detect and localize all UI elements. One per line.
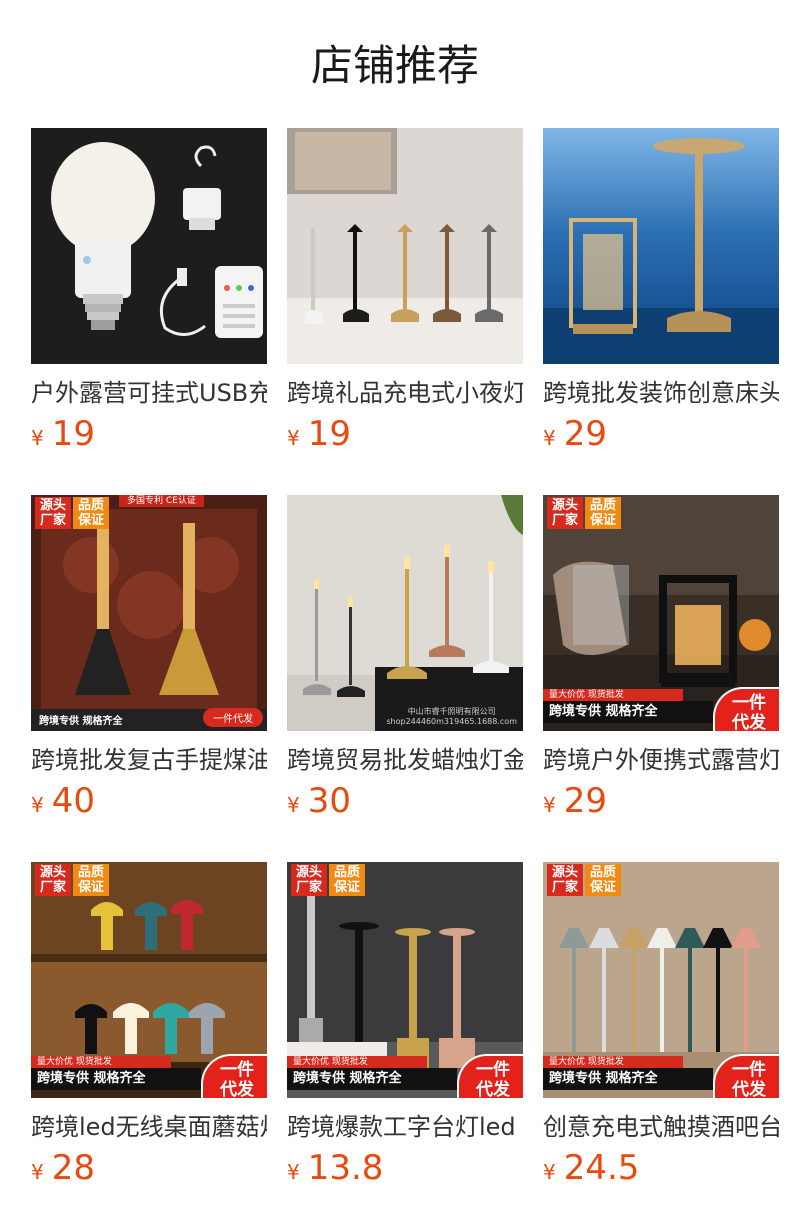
quality-badge: 品质 保证 (329, 864, 365, 896)
factory-badge: 源头 厂家 (547, 864, 583, 896)
gold-lamp-product-photo (543, 128, 779, 364)
product-price: ¥40 (31, 781, 267, 821)
price-value: 19 (307, 414, 351, 454)
product-card[interactable]: 中山市睿千照明有限公司 shop244460m319465.1688.com 跨… (287, 495, 523, 821)
product-image[interactable] (31, 128, 267, 364)
dropship-badge: 一件 代发 (713, 687, 779, 731)
factory-badge: 源头 厂家 (35, 497, 71, 529)
product-image[interactable]: 源头 厂家 品质 保证 量大价优 现货批发 跨境专供 规格齐全 一件 代发 (31, 862, 267, 1098)
factory-badge: 源头 厂家 (35, 864, 71, 896)
price-value: 28 (51, 1148, 95, 1188)
product-name[interactable]: 跨境爆款工字台灯led (287, 1110, 523, 1144)
product-image[interactable] (287, 128, 523, 364)
currency-symbol: ¥ (543, 426, 556, 450)
dropship-badge: 一件 代发 (713, 1054, 779, 1098)
product-card[interactable]: 跨境礼品充电式小夜灯 ¥19 (287, 128, 523, 454)
dropship-badge: 一件 代发 (457, 1054, 523, 1098)
promo-tag: 量大价优 现货批发 (543, 1056, 683, 1068)
bulb-product-photo (31, 128, 267, 364)
product-price: ¥29 (543, 781, 779, 821)
shop-watermark: 中山市睿千照明有限公司 shop244460m319465.1688.com (386, 707, 517, 726)
product-image[interactable]: 源头 厂家 品质 保证 量大价优 现货批发 跨境专供 规格齐全 一件 代发 (287, 862, 523, 1098)
product-image[interactable] (543, 128, 779, 364)
source-badge: 源头 厂家 品质 保证 (547, 497, 621, 529)
page-title: 店铺推荐 (310, 41, 479, 90)
dropship-badge: 一件 代发 (201, 1054, 267, 1098)
product-card[interactable]: 源头 厂家 品质 保证 量大价优 现货批发 跨境专供 规格齐全 一件 代发 跨境爆款工… (287, 862, 523, 1188)
price-value: 29 (563, 781, 607, 821)
banner-text: 跨境专供 规格齐全 (39, 716, 123, 727)
quality-badge: 品质 保证 (585, 497, 621, 529)
price-value: 29 (563, 414, 607, 454)
source-badge: 源头 厂家 品质 保证 (547, 864, 621, 896)
quality-badge: 品质 保证 (73, 497, 109, 529)
product-name[interactable]: 跨境贸易批发蜡烛灯金 (287, 743, 523, 777)
product-image[interactable]: 源头 厂家 品质 保证 量大价优 现货批发 跨境专供 规格齐全 一件 代发 (543, 495, 779, 731)
factory-badge: 源头 厂家 (291, 864, 327, 896)
product-name[interactable]: 创意充电式触摸酒吧台 (543, 1110, 779, 1144)
product-image[interactable]: 源头 厂家 品质 保证 多国专利 CE认证 跨境专供 规格齐全 一件代发 (31, 495, 267, 731)
product-card[interactable]: 户外露营可挂式USB充电 ¥19 (31, 128, 267, 454)
banner-text: 跨境专供 规格齐全 (543, 1068, 713, 1090)
certification-strip: 多国专利 CE认证 (119, 495, 204, 507)
promo-tag: 量大价优 现货批发 (543, 689, 683, 701)
price-value: 19 (51, 414, 95, 454)
price-value: 30 (307, 781, 351, 821)
product-name[interactable]: 户外露营可挂式USB充电 (31, 376, 267, 410)
product-image[interactable]: 源头 厂家 品质 保证 量大价优 现货批发 跨境专供 规格齐全 一件 代发 (543, 862, 779, 1098)
source-badge: 源头 厂家 品质 保证 (291, 864, 365, 896)
product-card[interactable]: 源头 厂家 品质 保证 量大价优 现货批发 跨境专供 规格齐全 一件 代发 跨境户外便… (543, 495, 779, 821)
price-value: 13.8 (307, 1148, 384, 1188)
factory-badge: 源头 厂家 (547, 497, 583, 529)
currency-symbol: ¥ (31, 426, 44, 450)
product-price: ¥24.5 (543, 1148, 779, 1188)
product-name[interactable]: 跨境批发装饰创意床头 (543, 376, 779, 410)
product-name[interactable]: 跨境礼品充电式小夜灯 (287, 376, 523, 410)
kerosene-lamp-product-photo (31, 495, 267, 731)
quality-badge: 品质 保证 (585, 864, 621, 896)
currency-symbol: ¥ (287, 1160, 300, 1184)
currency-symbol: ¥ (31, 793, 44, 817)
product-image[interactable]: 中山市睿千照明有限公司 shop244460m319465.1688.com (287, 495, 523, 731)
product-name[interactable]: 跨境批发复古手提煤油 (31, 743, 267, 777)
source-badge: 源头 厂家 品质 保证 (35, 864, 109, 896)
promo-tag: 量大价优 现货批发 (287, 1056, 427, 1068)
dropship-pill: 一件代发 (203, 708, 263, 727)
quality-badge: 品质 保证 (73, 864, 109, 896)
price-value: 24.5 (563, 1148, 640, 1188)
product-price: ¥13.8 (287, 1148, 523, 1188)
candle-lamp-product-photo (287, 495, 523, 731)
product-name[interactable]: 跨境户外便携式露营灯 (543, 743, 779, 777)
lamps-product-photo (287, 128, 523, 364)
product-price: ¥30 (287, 781, 523, 821)
banner-text: 跨境专供 规格齐全 (543, 701, 713, 723)
product-card[interactable]: 跨境批发装饰创意床头 ¥29 (543, 128, 779, 454)
price-value: 40 (51, 781, 95, 821)
promo-tag: 量大价优 现货批发 (31, 1056, 171, 1068)
product-card[interactable]: 源头 厂家 品质 保证 量大价优 现货批发 跨境专供 规格齐全 一件 代发 跨境led… (31, 862, 267, 1188)
banner-text: 跨境专供 规格齐全 (31, 1068, 201, 1090)
currency-symbol: ¥ (31, 1160, 44, 1184)
currency-symbol: ¥ (543, 793, 556, 817)
currency-symbol: ¥ (287, 426, 300, 450)
product-price: ¥29 (543, 414, 779, 454)
product-price: ¥28 (31, 1148, 267, 1188)
product-price: ¥19 (31, 414, 267, 454)
source-badge: 源头 厂家 品质 保证 (35, 497, 109, 529)
product-card[interactable]: 源头 厂家 品质 保证 多国专利 CE认证 跨境专供 规格齐全 一件代发 跨境批发复… (31, 495, 267, 821)
currency-symbol: ¥ (543, 1160, 556, 1184)
product-price: ¥19 (287, 414, 523, 454)
currency-symbol: ¥ (287, 793, 300, 817)
product-card[interactable]: 源头 厂家 品质 保证 量大价优 现货批发 跨境专供 规格齐全 一件 代发 创意充电式… (543, 862, 779, 1188)
banner-text: 跨境专供 规格齐全 (287, 1068, 457, 1090)
product-name[interactable]: 跨境led无线桌面蘑菇灯 (31, 1110, 267, 1144)
